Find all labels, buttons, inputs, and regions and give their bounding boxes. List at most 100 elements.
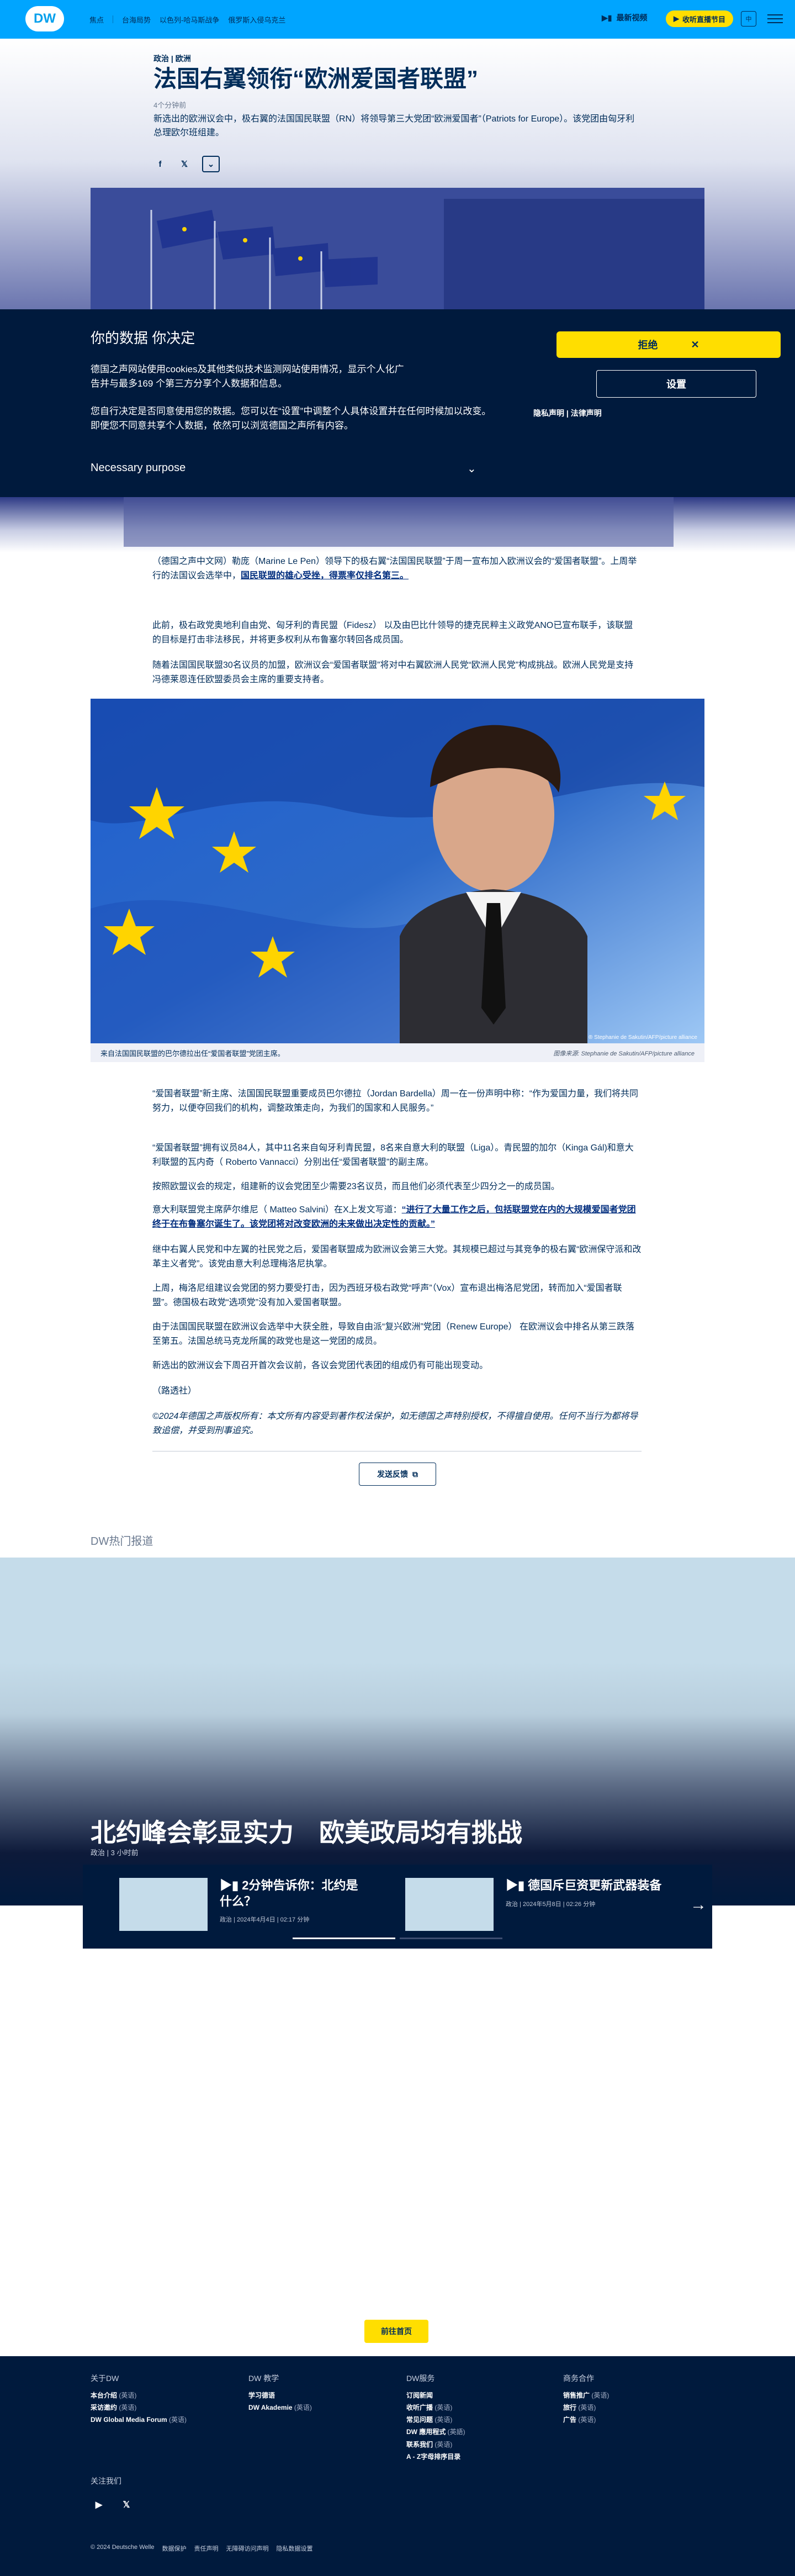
footer-link[interactable]: 联系我们 (英语) [406, 2438, 465, 2451]
main-nav: 焦点 台海局势 以色列-哈马斯战争 俄罗斯入侵乌克兰 [89, 0, 285, 39]
hot-story-title[interactable]: 北约峰会彰显实力 欧美政局均有挑战 [91, 1813, 522, 1849]
footer-link[interactable]: 采访邀约 (英语) [91, 2401, 187, 2414]
footer-column-services: DW服务 订阅新闻 收听广播 (英语) 常见问题 (英语) DW 應用程式 (英… [406, 2372, 465, 2463]
footer-link[interactable]: 学习德语 [248, 2389, 312, 2401]
nav-item-israel-hamas[interactable]: 以色列-哈马斯战争 [160, 14, 219, 25]
footer-legal-link[interactable]: 数据保护 [162, 2544, 187, 2553]
play-icon: ▶ [674, 14, 679, 23]
footer-bottom-links: © 2024 Deutsche Welle 数据保护 责任声明 无障碍访问声明 … [91, 2544, 313, 2553]
carousel-item-title: ▶▮ 德国斥巨资更新武器装备 [506, 1878, 662, 1892]
footer-link[interactable]: 旅行 (英语) [563, 2401, 609, 2414]
settings-button[interactable]: 设置 [596, 370, 756, 398]
video-carousel: ▶▮ 2分钟告诉你：北约是什么？ 政治 | 2024年4月4日 | 02:17 … [83, 1865, 712, 1949]
legal-link[interactable]: 法律声明 [571, 409, 602, 418]
facebook-icon[interactable]: f [153, 157, 167, 171]
send-feedback-label: 发送反馈 [377, 1470, 408, 1479]
necessary-purpose-toggle[interactable]: Necessary purpose [91, 462, 186, 474]
footer-link[interactable]: 销售推广 (英语) [563, 2389, 609, 2401]
carousel-item[interactable]: ▶▮ 德国斥巨资更新武器装备 政治 | 2024年5月8日 | 02:26 分钟 [405, 1878, 671, 1935]
carousel-progress [293, 1938, 502, 1939]
body-paragraph-11: 新选出的欧洲议会下周召开首次会议前，各议会党团代表团的组成仍有可能出现变动。 [152, 1361, 489, 1370]
footer-heading: 关于DW [91, 2374, 119, 2383]
video-icon: ▶▮ [602, 13, 612, 22]
footer-column-about: 关于DW 本台介绍 (英语) 采访邀约 (英语) DW Global Media… [91, 2372, 187, 2426]
chevron-down-icon[interactable]: ⌄ [467, 462, 476, 476]
dw-logo[interactable]: DW [25, 6, 64, 31]
footer-link[interactable]: 本台介绍 (英语) [91, 2389, 187, 2401]
nav-item-focus[interactable]: 焦点 [89, 14, 104, 25]
footer-heading: DW 教学 [248, 2374, 279, 2383]
latest-videos-link[interactable]: ▶▮ 最新视频 [602, 12, 647, 23]
footer-column-business: 商务合作 销售推广 (英语) 旅行 (英语) 广告 (英语) [563, 2372, 609, 2426]
body-paragraph-3: 随着法国国民联盟30名议员的加盟，欧洲议会“爱国者联盟”将对中右翼欧洲人民党“欧… [152, 661, 634, 684]
body-paragraph-6: 按照欧盟议会的规定，组建新的议会党团至少需要23名议员，而且他们必须代表至少四分… [152, 1182, 560, 1191]
footer-column-learning: DW 教学 学习德语 DW Akademie (英语) [248, 2372, 312, 2414]
top-nav-bar: DW 焦点 台海局势 以色列-哈马斯战争 俄罗斯入侵乌克兰 ▶▮ 最新视频 ▶ … [0, 0, 795, 39]
footer-link[interactable]: 订阅新闻 [406, 2389, 465, 2401]
nav-item-taiwan[interactable]: 台海局势 [122, 14, 151, 25]
x-icon[interactable]: 𝕏 [178, 157, 191, 171]
nav-item-ukraine[interactable]: 俄罗斯入侵乌克兰 [228, 14, 285, 25]
footer-link[interactable]: 广告 (英语) [563, 2414, 609, 2426]
body-paragraph-9: 上周，梅洛尼组建议会党团的努力要受打击，因为西班牙极右政党“呼声”（Vox）宣布… [152, 1284, 622, 1307]
eu-flag-background-image [91, 699, 704, 1043]
body-text: 意大利联盟党主席萨尔维尼（ Matteo Salvini）在X上发文写道： [152, 1205, 402, 1215]
eu-parliament-flags-image [91, 188, 704, 309]
footer-legal-link[interactable]: 隐私数据设置 [277, 2544, 313, 2553]
footer-legal-link[interactable]: 责任声明 [194, 2544, 219, 2553]
copyright-note: ©2024年德国之声版权所有：本文所有内容受到著作权法保护，如无德国之声特别授权… [152, 1412, 638, 1435]
privacy-link[interactable]: 隐私声明 [533, 409, 564, 418]
body-link-election[interactable]: 国民联盟的雄心受挫，得票率仅排名第三。 [241, 571, 409, 580]
reject-button[interactable]: 拒绝 ✕ [556, 331, 781, 358]
article-title: 法国右翼领衔“欧洲爱国者联盟” [153, 66, 479, 92]
cookie-title: 你的数据 你决定 [91, 330, 195, 346]
footer-link[interactable]: DW Akademie (英语) [248, 2401, 312, 2414]
x-icon[interactable]: 𝕏 [118, 2496, 135, 2513]
article-lead: 新选出的欧洲议会中，极右翼的法国国民联盟（RN）将领导第三大党团“欧洲爱国者”（… [153, 114, 635, 138]
footer-link[interactable]: DW Global Media Forum (英语) [91, 2414, 187, 2426]
copy-icon: ⧉ [412, 1469, 418, 1479]
footer-link[interactable]: 收听广播 (英语) [406, 2401, 465, 2414]
more-share-chevron-icon[interactable]: ⌄ [202, 156, 220, 172]
social-links: ▶ 𝕏 [91, 2496, 135, 2513]
video-thumbnail [119, 1878, 208, 1931]
send-feedback-button[interactable]: 发送反馈 ⧉ [359, 1463, 436, 1486]
caption-text: 来自法国国民联盟的巴尔德拉出任“爱国者联盟”党团主席。 [100, 1049, 285, 1058]
go-home-button[interactable]: 前往首页 [364, 2320, 428, 2343]
article-kicker[interactable]: 政治 | 欧洲 [153, 53, 191, 64]
footer-link[interactable]: 常见问题 (英语) [406, 2414, 465, 2426]
body-paragraph-4: “爱国者联盟”新主席、法国国民联盟重要成员巴尔德拉（Jordan Bardell… [152, 1089, 639, 1113]
carousel-item-meta: 政治 | 2024年4月4日 | 02:17 分钟 [220, 1917, 310, 1924]
body-paragraph-8: 继中右翼人民党和中左翼的社民党之后，爱国者联盟成为欧洲议会第三大党。其规模已超过… [152, 1245, 642, 1269]
footer-legal-link[interactable]: 无障碍访问声明 [226, 2544, 269, 2553]
carousel-item[interactable]: ▶▮ 2分钟告诉你：北约是什么？ 政治 | 2024年4月4日 | 02:17 … [119, 1878, 369, 1935]
video-thumbnail [405, 1878, 494, 1931]
language-switch-button[interactable]: 中 [741, 11, 756, 27]
follow-us-label: 关注我们 [91, 2477, 121, 2485]
body-paragraph-2: 此前，极右政党奥地利自由党、匈牙利的青民盟（Fidesz） 以及由巴比什领导的捷… [152, 621, 633, 645]
article-time: 4个分钟前 [153, 101, 187, 109]
copyright: © 2024 Deutsche Welle [91, 2544, 155, 2551]
photo-credit: 图像来源: Stephanie de Sakutin/AFP/picture a… [553, 1051, 695, 1057]
footer-heading: DW服务 [406, 2374, 435, 2383]
hot-stories-label: DW热门报道 [91, 1535, 153, 1548]
close-icon: ✕ [691, 339, 699, 350]
footer-link[interactable]: DW 應用程式 (英語) [406, 2426, 465, 2438]
latest-videos-label: 最新视频 [616, 13, 648, 22]
carousel-item-meta: 政治 | 2024年5月8日 | 02:26 分钟 [506, 1901, 596, 1908]
reject-label: 拒绝 [638, 340, 658, 351]
arrow-right-icon[interactable]: → [690, 1896, 707, 1914]
link-divider: | [566, 409, 571, 418]
cookie-text-2: 您自行决定是否同意使用您的数据。您可以在“设置”中调整个人具体设置并在任何时候加… [91, 406, 491, 431]
photo-credit-overlay: ® Stephanie de Sakutin/AFP/picture allia… [589, 1034, 697, 1041]
hamburger-menu-icon[interactable] [767, 11, 783, 27]
footer-link[interactable]: A - Z字母排序目录 [406, 2451, 465, 2463]
hot-story-meta: 政治 | 3 小时前 [91, 1849, 139, 1857]
live-radio-button[interactable]: ▶ 收听直播节目 [666, 10, 734, 27]
youtube-icon[interactable]: ▶ [91, 2496, 107, 2513]
body-paragraph-7: 意大利联盟党主席萨尔维尼（ Matteo Salvini）在X上发文写道：“进行… [152, 1203, 642, 1231]
article-photo-bardella [91, 699, 704, 1043]
share-bar: f 𝕏 ⌄ [153, 156, 220, 172]
video-icon: ▶▮ [506, 1878, 528, 1892]
hero-image-eu-flags [91, 188, 704, 309]
